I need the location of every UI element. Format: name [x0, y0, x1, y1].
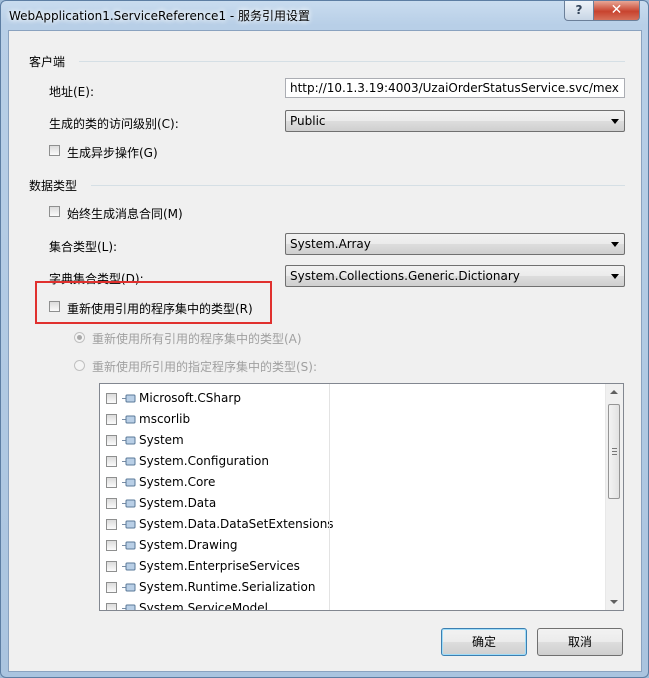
list-item[interactable]: System.Configuration: [100, 451, 328, 472]
list-item[interactable]: System: [100, 430, 328, 451]
dictionary-type-select[interactable]: System.Collections.Generic.Dictionary: [285, 265, 625, 287]
assembly-checkbox[interactable]: [106, 393, 117, 404]
access-level-label: 生成的类的访问级别(C):: [49, 117, 179, 131]
list-item[interactable]: System.EnterpriseServices: [100, 556, 328, 577]
list-item[interactable]: mscorlib: [100, 409, 328, 430]
grip-line: [612, 454, 617, 455]
help-button[interactable]: ?: [564, 1, 594, 21]
assembly-checkbox[interactable]: [106, 519, 117, 530]
dialog-client-area: 客户端 地址(E): http://10.1.3.19:4003/UzaiOrd…: [8, 30, 642, 672]
chevron-down-icon: [611, 242, 619, 247]
assembly-name: System.Core: [139, 475, 216, 489]
assembly-icon: [122, 394, 136, 403]
datatype-group-heading: 数据类型: [29, 179, 78, 193]
assembly-icon: [122, 478, 136, 487]
chevron-down-icon: [611, 119, 619, 124]
reuse-specified-radio[interactable]: [74, 360, 85, 371]
assembly-name: System.Configuration: [139, 454, 269, 468]
address-label: 地址(E):: [49, 85, 94, 99]
datatype-group-divider: [91, 185, 625, 186]
collection-type-select[interactable]: System.Array: [285, 233, 625, 255]
async-label[interactable]: 生成异步操作(G): [67, 144, 158, 161]
assembly-icon: [122, 583, 136, 592]
grip-line: [612, 448, 617, 449]
assembly-icon: [122, 562, 136, 571]
client-group-heading: 客户端: [29, 55, 66, 69]
list-item[interactable]: System.ServiceModel: [100, 598, 328, 611]
assembly-icon: [122, 415, 136, 424]
assembly-checkbox[interactable]: [106, 582, 117, 593]
assembly-icon: [122, 436, 136, 445]
reuse-all-radio[interactable]: [74, 332, 85, 343]
assembly-name: mscorlib: [139, 412, 191, 426]
assembly-checkbox[interactable]: [106, 498, 117, 509]
grip-line: [612, 451, 617, 452]
close-button[interactable]: ✕: [593, 1, 640, 21]
reuse-specified-label: 重新使用所引用的指定程序集中的类型(S):: [92, 360, 318, 374]
assembly-name: System.EnterpriseServices: [139, 559, 300, 573]
access-level-value: Public: [290, 114, 326, 128]
list-item[interactable]: System.Drawing: [100, 535, 328, 556]
scroll-thumb[interactable]: [608, 404, 620, 499]
assembly-list[interactable]: Microsoft.CSharp mscorlib System System.Con…: [99, 383, 624, 611]
client-group-divider: [79, 61, 625, 62]
list-scrollbar[interactable]: [605, 384, 623, 610]
collection-type-value: System.Array: [290, 237, 371, 251]
assembly-checkbox[interactable]: [106, 435, 117, 446]
dictionary-type-value: System.Collections.Generic.Dictionary: [290, 269, 520, 283]
assembly-name: System.Drawing: [139, 538, 238, 552]
scroll-down-icon[interactable]: [610, 600, 618, 604]
always-contracts-label[interactable]: 始终生成消息合同(M): [67, 205, 183, 222]
list-column-divider: [329, 384, 330, 610]
list-item[interactable]: System.Data.DataSetExtensions: [100, 514, 334, 535]
access-level-select[interactable]: Public: [285, 110, 625, 132]
assembly-icon: [122, 541, 136, 550]
assembly-name: System.Data.DataSetExtensions: [139, 517, 334, 531]
assembly-icon: [122, 499, 136, 508]
assembly-checkbox[interactable]: [106, 414, 117, 425]
assembly-name: Microsoft.CSharp: [139, 391, 241, 405]
assembly-icon: [122, 604, 136, 610]
assembly-checkbox[interactable]: [106, 561, 117, 572]
collection-type-label: 集合类型(L):: [49, 240, 118, 254]
async-checkbox[interactable]: [49, 145, 60, 156]
list-item[interactable]: Microsoft.CSharp: [100, 388, 328, 409]
assembly-icon: [122, 457, 136, 466]
assembly-checkbox[interactable]: [106, 456, 117, 467]
assembly-name: System.ServiceModel: [139, 601, 268, 611]
assembly-name: System: [139, 433, 184, 447]
list-item[interactable]: System.Runtime.Serialization: [100, 577, 328, 598]
assembly-name: System.Runtime.Serialization: [139, 580, 316, 594]
ok-button[interactable]: 确定: [441, 628, 527, 656]
address-field[interactable]: http://10.1.3.19:4003/UzaiOrderStatusSer…: [285, 78, 625, 98]
window-title: WebApplication1.ServiceReference1 - 服务引用…: [9, 9, 311, 23]
reuse-all-label: 重新使用所有引用的程序集中的类型(A): [92, 332, 302, 346]
always-contracts-checkbox[interactable]: [49, 206, 60, 217]
chevron-down-icon: [611, 274, 619, 279]
scroll-up-icon[interactable]: [610, 390, 618, 394]
list-item[interactable]: System.Data: [100, 493, 328, 514]
list-item[interactable]: System.Core: [100, 472, 328, 493]
title-bar[interactable]: WebApplication1.ServiceReference1 - 服务引用…: [1, 1, 648, 29]
assembly-name: System.Data: [139, 496, 217, 510]
assembly-checkbox[interactable]: [106, 603, 117, 610]
assembly-checkbox[interactable]: [106, 540, 117, 551]
assembly-icon: [122, 520, 136, 529]
dialog-window: WebApplication1.ServiceReference1 - 服务引用…: [0, 0, 649, 678]
cancel-button[interactable]: 取消: [537, 628, 623, 656]
assembly-checkbox[interactable]: [106, 477, 117, 488]
reuse-types-checkbox[interactable]: [49, 301, 60, 312]
reuse-types-label[interactable]: 重新使用引用的程序集中的类型(R): [67, 300, 253, 317]
